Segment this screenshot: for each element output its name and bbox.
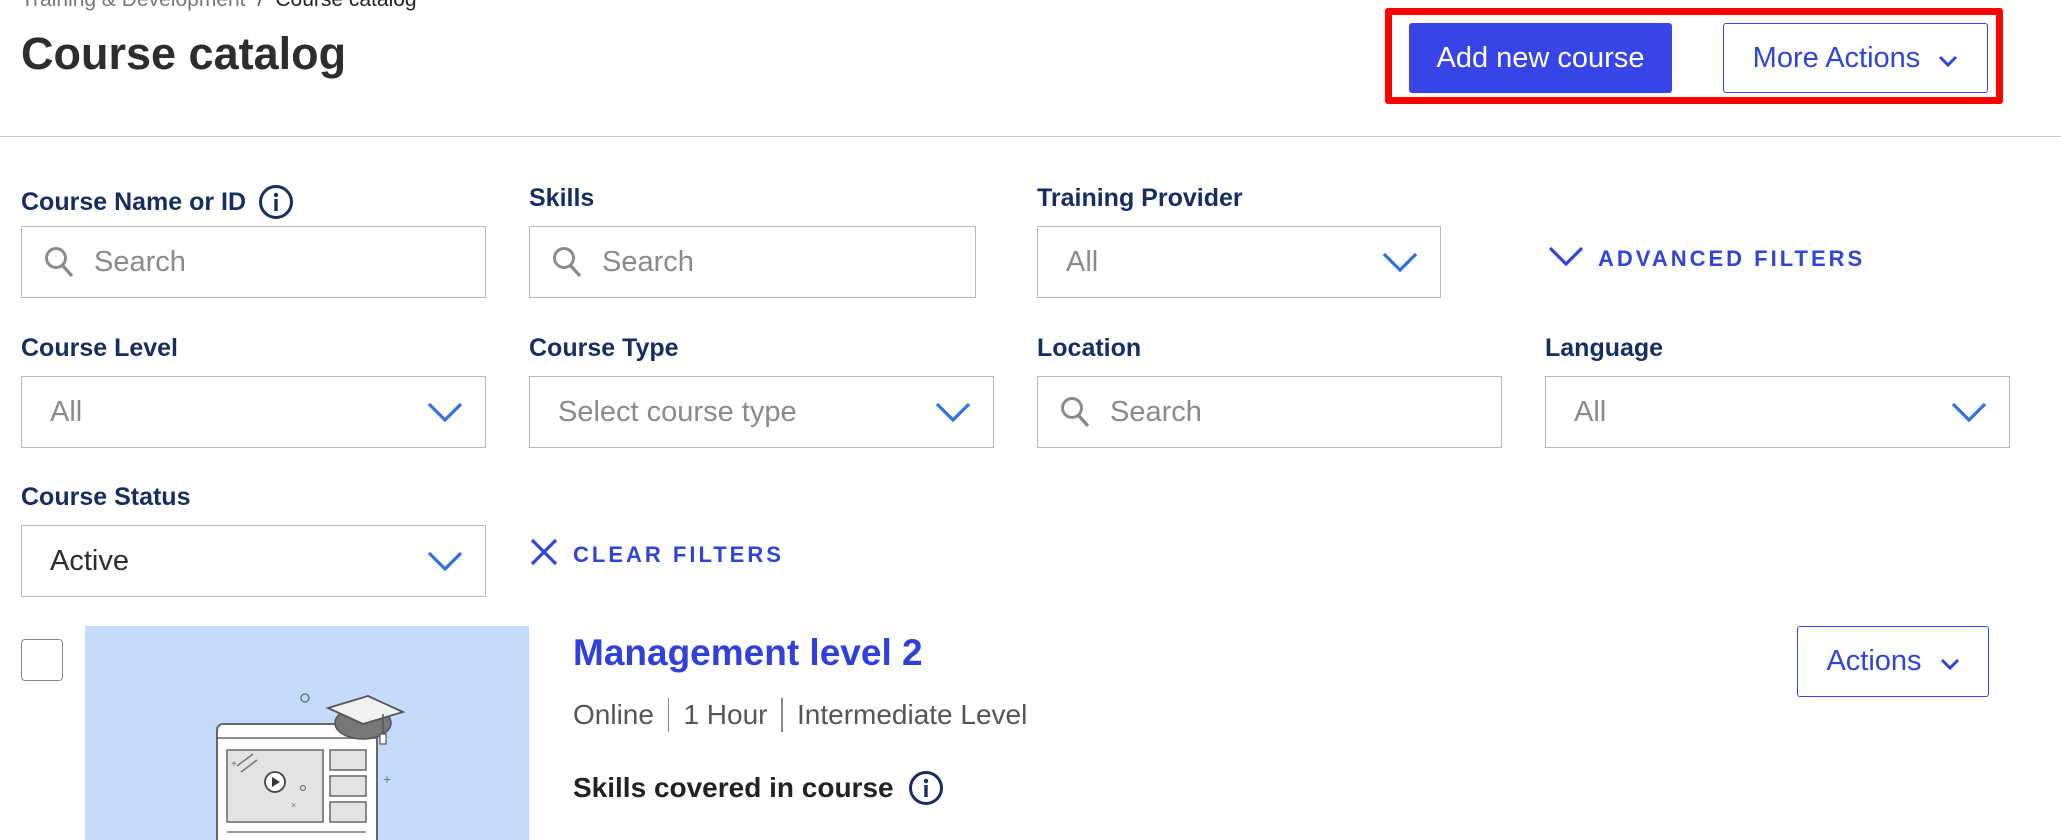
skills-search-input[interactable]: Search <box>529 226 976 298</box>
course-status-filter-label: Course Status <box>21 483 191 511</box>
course-delivery: Online <box>573 699 654 730</box>
advanced-filters-label: ADVANCED FILTERS <box>1598 246 1866 271</box>
course-type-value: Select course type <box>558 395 797 428</box>
more-actions-label: More Actions <box>1752 41 1921 74</box>
course-name-filter-label: Course Name or ID <box>21 184 294 220</box>
language-filter-label: Language <box>1545 334 1664 362</box>
info-icon[interactable] <box>908 770 944 806</box>
location-search-input[interactable]: Search <box>1037 376 1502 448</box>
course-status-select[interactable]: Active <box>21 525 486 597</box>
search-icon <box>1060 396 1090 428</box>
course-level-value: All <box>50 395 83 428</box>
location-filter-label: Location <box>1037 334 1142 362</box>
breadcrumb-parent-link[interactable]: Training & Development <box>21 0 246 11</box>
course-select-checkbox[interactable] <box>21 639 63 681</box>
chevron-down-icon <box>1548 245 1584 273</box>
training-provider-filter-label: Training Provider <box>1037 184 1243 212</box>
course-name-placeholder: Search <box>94 245 186 278</box>
close-icon <box>529 537 559 573</box>
meta-divider <box>781 698 783 732</box>
clear-filters-button[interactable]: CLEAR FILTERS <box>529 537 784 573</box>
course-name-search-input[interactable]: Search <box>21 226 486 298</box>
course-type-filter-label: Course Type <box>529 334 679 362</box>
course-name-label-text: Course Name or ID <box>21 187 247 216</box>
course-status-value: Active <box>50 544 129 577</box>
chevron-down-icon <box>1940 645 1960 678</box>
course-actions-button[interactable]: Actions <box>1797 626 1989 697</box>
page-title: Course catalog <box>21 28 347 79</box>
add-new-course-button[interactable]: Add new course <box>1409 23 1672 93</box>
chevron-down-icon <box>1951 401 1987 423</box>
course-level: Intermediate Level <box>796 699 1028 730</box>
course-level-filter-label: Course Level <box>21 334 179 362</box>
training-provider-value: All <box>1066 245 1099 278</box>
clear-filters-label: CLEAR FILTERS <box>573 542 784 567</box>
course-type-select[interactable]: Select course type <box>529 376 994 448</box>
course-illustration: + × + <box>216 693 406 840</box>
course-actions-label: Actions <box>1826 645 1922 677</box>
svg-text:+: + <box>231 759 237 770</box>
chevron-down-icon <box>427 401 463 423</box>
more-actions-button[interactable]: More Actions <box>1723 23 1988 93</box>
course-thumbnail: + × + <box>85 626 529 840</box>
skills-placeholder: Search <box>602 245 694 278</box>
chevron-down-icon <box>1382 251 1418 273</box>
location-placeholder: Search <box>1110 395 1202 428</box>
meta-divider <box>667 698 670 732</box>
chevron-down-icon <box>1938 42 1958 75</box>
breadcrumb: Training & Development / Course catalog <box>21 0 417 12</box>
info-icon[interactable] <box>258 184 294 220</box>
language-select[interactable]: All <box>1545 376 2010 448</box>
breadcrumb-current: Course catalog <box>275 0 416 11</box>
skills-covered-label: Skills covered in course <box>573 772 894 803</box>
chevron-down-icon <box>427 550 463 572</box>
course-meta: Online 1 Hour Intermediate Level <box>573 698 1027 732</box>
header-divider <box>0 136 2061 137</box>
svg-text:×: × <box>291 800 296 810</box>
course-duration: 1 Hour <box>683 699 768 730</box>
breadcrumb-separator: / <box>258 0 264 11</box>
skills-covered-heading: Skills covered in course <box>573 770 944 806</box>
training-provider-select[interactable]: All <box>1037 226 1441 298</box>
svg-text:+: + <box>383 771 391 787</box>
advanced-filters-toggle[interactable]: ADVANCED FILTERS <box>1548 245 1865 273</box>
skills-filter-label: Skills <box>529 184 595 212</box>
language-value: All <box>1574 395 1607 428</box>
chevron-down-icon <box>935 401 971 423</box>
course-level-select[interactable]: All <box>21 376 486 448</box>
search-icon <box>552 246 582 278</box>
course-title-link[interactable]: Management level 2 <box>573 632 923 674</box>
search-icon <box>44 246 74 278</box>
